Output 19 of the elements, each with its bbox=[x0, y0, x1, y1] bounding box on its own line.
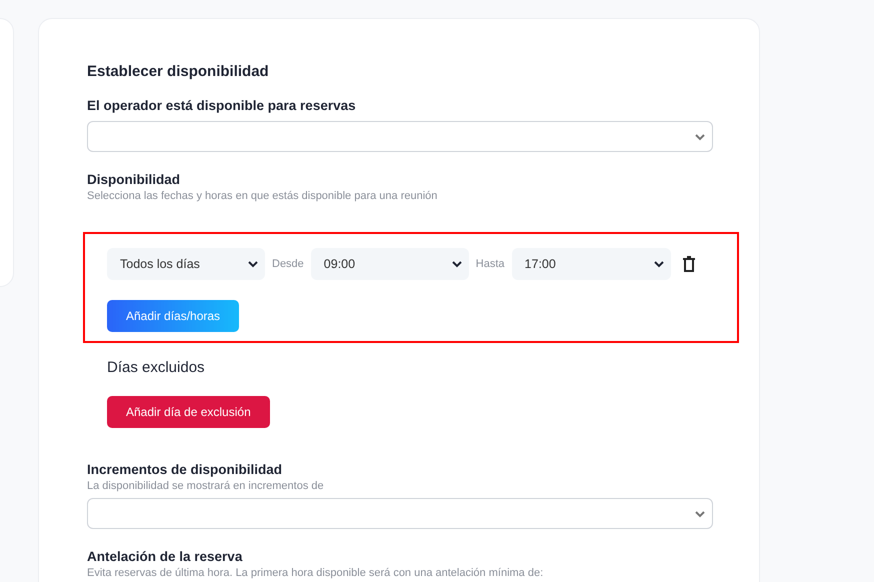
add-exclusion-button[interactable]: Añadir día de exclusión bbox=[107, 396, 270, 428]
field-hint: Evita reservas de última hora. La primera hora disponible será con una antelación mínima de: bbox=[87, 567, 544, 579]
field-hint: Selecciona las fechas y horas en que estás disponible para una reunión bbox=[87, 190, 438, 202]
to-time-select[interactable]: 17:00 bbox=[512, 248, 671, 280]
section-title: Establecer disponibilidad bbox=[87, 63, 270, 80]
to-label: Hasta bbox=[476, 258, 505, 270]
field-hint: La disponibilidad se mostrará en incrementos de bbox=[87, 480, 325, 492]
operator-select[interactable] bbox=[87, 121, 713, 152]
field-label: Antelación de la reserva bbox=[87, 549, 244, 564]
day-select[interactable]: Todos los días bbox=[107, 248, 265, 280]
trash-icon[interactable] bbox=[682, 256, 696, 272]
from-time-select[interactable]: 09:00 bbox=[310, 248, 469, 280]
field-label: Disponibilidad bbox=[87, 172, 181, 187]
from-label: Desde bbox=[272, 258, 304, 270]
field-label: Incrementos de disponibilidad bbox=[87, 462, 284, 477]
add-hours-button[interactable]: Añadir días/horas bbox=[107, 300, 240, 332]
excluded-days-title: Días excluidos bbox=[107, 359, 206, 376]
field-label: El operador está disponible para reservas bbox=[87, 98, 357, 113]
increments-select[interactable] bbox=[87, 498, 713, 529]
